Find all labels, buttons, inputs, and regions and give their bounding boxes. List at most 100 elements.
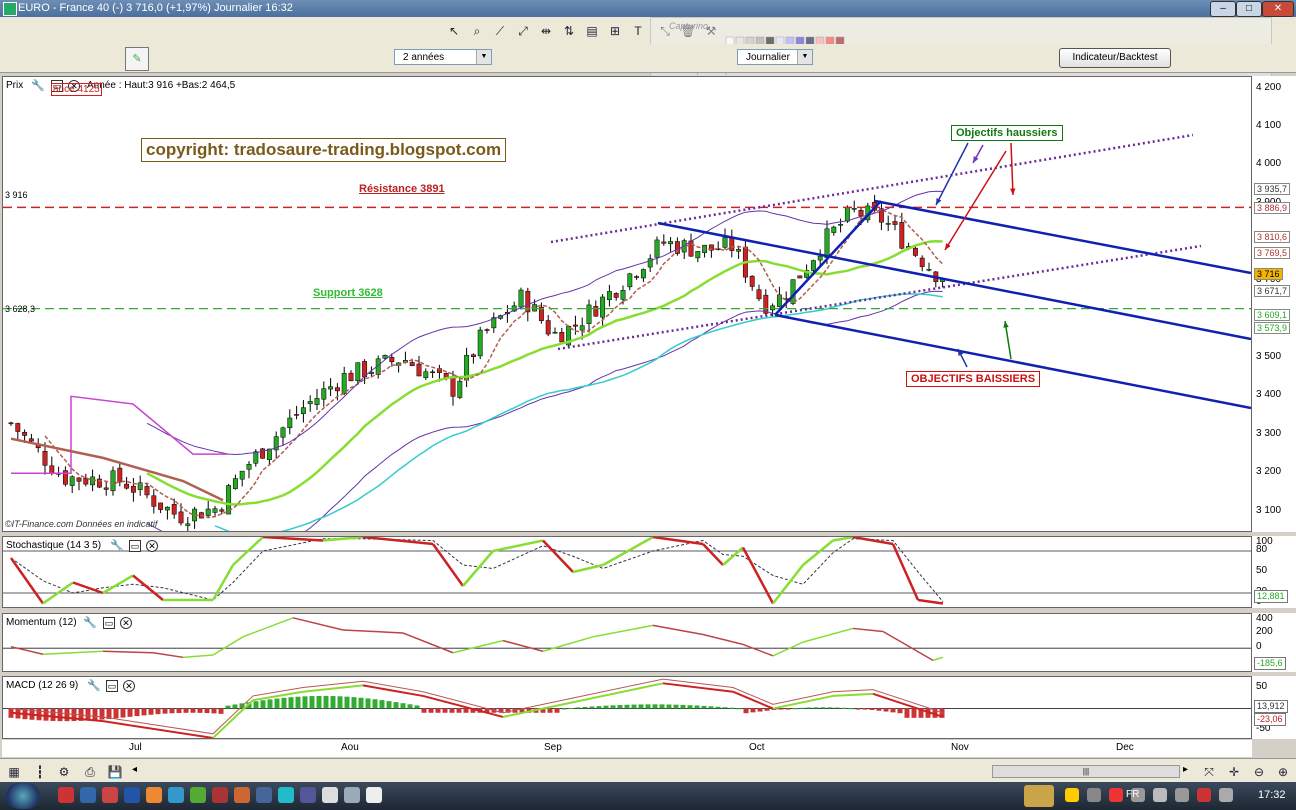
month-tick-label: Aou	[341, 742, 359, 753]
taskbar-app-icon[interactable]	[124, 787, 140, 803]
close-pane-icon[interactable]: ✕	[146, 540, 158, 552]
window-icon[interactable]: ▭	[103, 617, 115, 629]
macd-histogram-bar	[680, 704, 686, 709]
fit-icon[interactable]: ⤧	[1199, 762, 1219, 782]
candles-icon[interactable]: ┇	[30, 762, 50, 782]
candle-body	[844, 207, 850, 222]
macd-histogram-bar	[302, 696, 308, 709]
taskbar-app-icon[interactable]	[80, 787, 96, 803]
taskbar-app-icon[interactable]	[322, 787, 338, 803]
price-tick-label: 4 200	[1256, 81, 1282, 93]
candle-body	[572, 324, 578, 327]
macd-chart[interactable]	[3, 677, 1251, 738]
wrench-icon[interactable]: 🔧	[87, 679, 101, 692]
ray-line-icon[interactable]: ⤢	[513, 21, 533, 41]
taskbar-app-icon[interactable]	[212, 787, 228, 803]
horizontal-line-icon[interactable]: ⇹	[536, 21, 556, 41]
momentum-pane[interactable]: Momentum (12) 🔧 ▭ ✕	[2, 613, 1252, 672]
macd-pane[interactable]: MACD (12 26 9) 🔧 ▭ ✕	[2, 676, 1252, 739]
taskbar-app-icon[interactable]	[168, 787, 184, 803]
save-icon[interactable]: 💾	[105, 762, 125, 782]
macd-histogram-bar	[190, 708, 196, 713]
tray-icon[interactable]	[1197, 788, 1211, 802]
candle-body	[606, 291, 612, 300]
window-icon[interactable]: ▭	[106, 680, 118, 692]
tray-icon[interactable]	[1153, 788, 1167, 802]
zoom-in-icon[interactable]: ⊕	[1273, 762, 1293, 782]
candle-body	[790, 279, 796, 304]
fibonacci-icon[interactable]: ⊞	[605, 21, 625, 41]
candle-body	[810, 260, 816, 271]
taskbar-app-icon[interactable]	[300, 787, 316, 803]
horizontal-scrollbar[interactable]: |||	[992, 765, 1180, 778]
trendline-icon[interactable]: ⟋	[490, 21, 510, 41]
momentum-segment	[592, 624, 654, 638]
pencil-icon[interactable]: ✎	[125, 47, 149, 71]
macd-histogram-bar	[351, 697, 357, 709]
tray-icon[interactable]	[1087, 788, 1101, 802]
vertical-line-icon[interactable]: ⇅	[559, 21, 579, 41]
close-pane-icon[interactable]: ✕	[120, 617, 132, 629]
candle-body	[770, 305, 776, 311]
crosshair-icon[interactable]: ✛	[1224, 762, 1244, 782]
candle-body	[586, 304, 592, 324]
candle-body	[552, 331, 558, 334]
interval-select[interactable]: Journalier ▼	[737, 49, 813, 65]
taskbar-app-icon[interactable]	[58, 787, 74, 803]
price-pane[interactable]: Prix 🔧 ▭ ✕ Année : Haut:3 916 +Bas:2 464…	[2, 76, 1252, 532]
indicators-icon[interactable]: ⚙	[54, 762, 74, 782]
scroll-right-icon[interactable]: ▸	[1183, 764, 1188, 775]
macd-histogram-bar	[638, 704, 644, 709]
macd-histogram-bar	[589, 706, 595, 709]
momentum-chart[interactable]	[3, 614, 1251, 671]
minimize-button[interactable]: –	[1210, 1, 1236, 17]
taskbar-app-icon[interactable]	[366, 787, 382, 803]
taskbar-app-icon[interactable]	[146, 787, 162, 803]
macd-histogram-bar	[316, 695, 322, 709]
language-indicator: FR	[1126, 789, 1140, 800]
taskbar-app-icon[interactable]	[102, 787, 118, 803]
maximize-button[interactable]: □	[1236, 1, 1262, 17]
period-select[interactable]: 2 années ▼	[394, 49, 492, 65]
taskbar-app-icon[interactable]	[256, 787, 272, 803]
tray-icon[interactable]	[1175, 788, 1189, 802]
taskbar-app-icon[interactable]	[278, 787, 294, 803]
scroll-left-icon[interactable]: ◂	[132, 764, 137, 775]
close-pane-icon[interactable]: ✕	[123, 680, 135, 692]
stochastic-y-axis: 1008050200 12,881	[1252, 536, 1296, 608]
arrow-red-right	[1010, 142, 1014, 196]
channel-icon[interactable]: ▤	[582, 21, 602, 41]
stoch-k-segment	[542, 539, 574, 573]
zoom-icon[interactable]: ⌕	[467, 21, 487, 41]
wrench-icon[interactable]: 🔧	[31, 79, 45, 92]
task-app-icon[interactable]	[1024, 785, 1054, 807]
tray-icon[interactable]	[1109, 788, 1123, 802]
taskbar-app-icon[interactable]	[234, 787, 250, 803]
start-button[interactable]	[6, 783, 40, 809]
macd-signal-line	[10, 678, 944, 735]
macd-histogram-bar	[708, 706, 714, 709]
indicator-backtest-button[interactable]: Indicateur/Backtest	[1059, 48, 1171, 68]
stochastic-pane[interactable]: Stochastique (14 3 5) 🔧 ▭ ✕	[2, 536, 1252, 608]
text-tool-icon[interactable]: T	[628, 21, 648, 41]
price-value-tag: 3 671,7	[1254, 284, 1291, 297]
stochastic-chart[interactable]	[3, 537, 1251, 607]
candle-body	[892, 221, 898, 225]
wrench-icon[interactable]: 🔧	[110, 539, 124, 552]
candle-body	[110, 470, 116, 492]
tray-icon[interactable]	[1065, 788, 1079, 802]
chart-type-icon[interactable]: ▦	[4, 762, 24, 782]
pointer-icon[interactable]: ↖	[444, 21, 464, 41]
macd-histogram-bar	[330, 696, 336, 709]
tray-icon[interactable]	[1219, 788, 1233, 802]
window-icon[interactable]: ▭	[129, 540, 141, 552]
print-icon[interactable]: ⎙	[80, 762, 100, 782]
close-button[interactable]: ✕	[1262, 1, 1294, 17]
taskbar-app-icon[interactable]	[344, 787, 360, 803]
macd-histogram-bar	[393, 702, 399, 709]
macd-histogram-bar	[407, 704, 413, 709]
candle-body	[307, 401, 313, 405]
wrench-icon[interactable]: 🔧	[83, 616, 97, 629]
zoom-out-icon[interactable]: ⊖	[1249, 762, 1269, 782]
taskbar-app-icon[interactable]	[190, 787, 206, 803]
